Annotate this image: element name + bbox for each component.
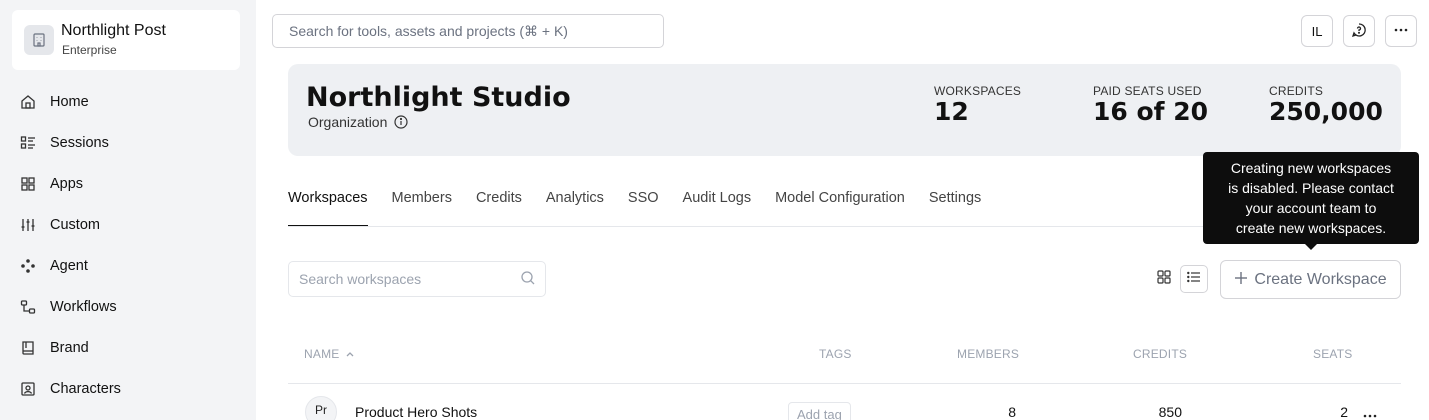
- character-card-icon: [20, 381, 36, 397]
- column-header-members[interactable]: MEMBERS: [957, 347, 1019, 361]
- list-view-button[interactable]: [1180, 265, 1208, 293]
- sidebar-item-label: Custom: [50, 216, 100, 233]
- workspace-search-placeholder: Search workspaces: [299, 271, 422, 287]
- more-options-button[interactable]: [1385, 15, 1417, 47]
- tooltip-arrow: [1304, 243, 1318, 250]
- sidebar-item-label: Agent: [50, 257, 88, 274]
- create-disabled-tooltip: Creating new workspaces is disabled. Ple…: [1203, 152, 1419, 244]
- global-search-input[interactable]: Search for tools, assets and projects (⌘…: [272, 14, 664, 48]
- sidebar-item-sessions[interactable]: Sessions: [0, 122, 256, 163]
- sidebar-item-label: Sessions: [50, 134, 109, 151]
- sidebar-item-label: Brand: [50, 339, 89, 356]
- more-horizontal-icon: [1393, 22, 1409, 41]
- grid-view-button[interactable]: [1150, 265, 1178, 293]
- sliders-icon: [20, 217, 36, 233]
- stat-value: 250,000: [1269, 97, 1383, 126]
- book-icon: [20, 340, 36, 356]
- sidebar-nav: Home Sessions Apps Custom Agent Workflow…: [0, 81, 256, 409]
- user-avatar-button[interactable]: IL: [1301, 15, 1333, 47]
- workspace-avatar: Pr: [305, 396, 337, 420]
- tab-bar: Workspaces Members Credits Analytics SSO…: [288, 188, 1005, 227]
- column-header-name[interactable]: NAME: [304, 347, 355, 361]
- cell-seats: 2: [1340, 404, 1348, 420]
- sidebar-item-label: Characters: [50, 380, 121, 397]
- create-workspace-label: Create Workspace: [1254, 270, 1387, 288]
- sidebar-item-apps[interactable]: Apps: [0, 163, 256, 204]
- org-banner: Northlight Studio Organization WORKSPACE…: [288, 64, 1401, 156]
- table-header-divider: [288, 383, 1401, 384]
- cell-credits: 850: [1158, 404, 1182, 420]
- plus-icon: [1234, 269, 1248, 290]
- sidebar-item-label: Home: [50, 93, 89, 110]
- org-type-label: Organization: [308, 114, 388, 130]
- stat-value: 12: [934, 97, 969, 126]
- workspace-name[interactable]: Product Hero Shots: [355, 404, 477, 420]
- sidebar-item-home[interactable]: Home: [0, 81, 256, 122]
- tooltip-line: create new workspaces.: [1235, 220, 1387, 236]
- info-icon[interactable]: [394, 115, 408, 129]
- stat-label: PAID SEATS USED: [1093, 84, 1202, 98]
- sessions-icon: [20, 135, 36, 151]
- stat-label: CREDITS: [1269, 84, 1324, 98]
- user-initials: IL: [1311, 23, 1323, 39]
- stat-credits: CREDITS 250,000: [1269, 84, 1383, 126]
- chat-bubble-icon: [1351, 22, 1367, 41]
- sidebar: Northlight Post Enterprise Home Sessions…: [0, 0, 256, 420]
- tab-workspaces[interactable]: Workspaces: [288, 188, 368, 227]
- column-header-tags[interactable]: TAGS: [819, 347, 852, 361]
- column-header-seats[interactable]: SEATS: [1313, 347, 1352, 361]
- tab-sso[interactable]: SSO: [628, 188, 659, 227]
- sidebar-item-custom[interactable]: Custom: [0, 204, 256, 245]
- workflow-icon: [20, 299, 36, 315]
- add-tag-button[interactable]: Add tag: [788, 402, 851, 420]
- column-header-credits[interactable]: CREDITS: [1133, 347, 1187, 361]
- tab-model-configuration[interactable]: Model Configuration: [775, 188, 905, 227]
- cell-members: 8: [1008, 404, 1016, 420]
- global-search-placeholder: Search for tools, assets and projects (⌘…: [289, 22, 568, 39]
- list-view-icon: [1186, 269, 1202, 290]
- stat-workspaces: WORKSPACES 12: [934, 84, 1021, 126]
- stat-value: 16 of 20: [1093, 97, 1209, 126]
- sidebar-item-label: Apps: [50, 175, 84, 192]
- tab-settings[interactable]: Settings: [929, 188, 981, 227]
- search-icon: [520, 270, 536, 289]
- apps-grid-icon: [20, 176, 36, 192]
- stat-label: WORKSPACES: [934, 84, 1022, 98]
- stat-paid-seats: PAID SEATS USED 16 of 20: [1093, 84, 1208, 126]
- tab-members[interactable]: Members: [392, 188, 452, 227]
- tooltip-line: is disabled. Please contact: [1228, 180, 1394, 196]
- sort-ascending-icon: [345, 349, 355, 359]
- org-subtitle: Organization: [308, 114, 408, 130]
- feedback-button[interactable]: [1343, 15, 1375, 47]
- org-name: Northlight Post: [61, 22, 166, 39]
- sidebar-item-workflows[interactable]: Workflows: [0, 286, 256, 327]
- workspace-search-input[interactable]: Search workspaces: [288, 261, 546, 297]
- tab-analytics[interactable]: Analytics: [546, 188, 604, 227]
- sidebar-item-label: Workflows: [50, 298, 117, 315]
- create-workspace-button[interactable]: Create Workspace: [1220, 260, 1401, 299]
- building-icon: [24, 25, 54, 55]
- sidebar-item-brand[interactable]: Brand: [0, 327, 256, 368]
- tab-audit-logs[interactable]: Audit Logs: [683, 188, 752, 227]
- home-icon: [20, 94, 36, 110]
- grid-view-icon: [1156, 269, 1172, 290]
- tab-credits[interactable]: Credits: [476, 188, 522, 227]
- sidebar-item-characters[interactable]: Characters: [0, 368, 256, 409]
- org-switcher[interactable]: Northlight Post Enterprise: [12, 10, 240, 70]
- agent-nodes-icon: [20, 258, 36, 274]
- column-header-label: NAME: [304, 347, 340, 361]
- sidebar-item-agent[interactable]: Agent: [0, 245, 256, 286]
- page-title: Northlight Studio: [306, 82, 571, 113]
- tooltip-line: your account team to: [1245, 200, 1377, 216]
- row-more-options-icon[interactable]: [1362, 408, 1378, 420]
- tooltip-line: Creating new workspaces: [1230, 160, 1392, 176]
- org-plan: Enterprise: [62, 43, 117, 57]
